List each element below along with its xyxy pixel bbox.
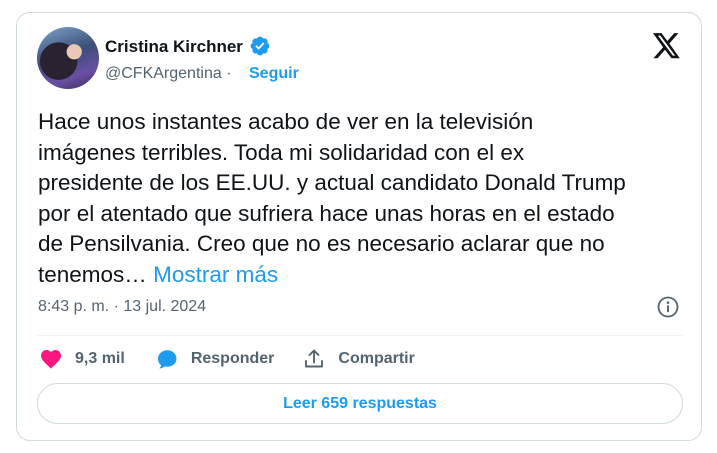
tweet-card: Cristina Kirchner @CFKArgentina · Seguir… — [16, 12, 702, 441]
read-replies-button[interactable]: Leer 659 respuestas — [37, 383, 683, 424]
handle-text[interactable]: @CFKArgentina — [105, 65, 222, 82]
like-count: 9,3 mil — [75, 350, 125, 367]
tweet-timestamp[interactable]: 8:43 p. m. · 13 jul. 2024 — [38, 298, 206, 316]
reply-button[interactable]: Responder — [155, 347, 275, 371]
share-label: Compartir — [338, 350, 415, 367]
share-button[interactable]: Compartir — [302, 347, 415, 371]
follow-button[interactable]: Seguir — [249, 65, 299, 83]
x-logo-icon[interactable] — [653, 33, 681, 59]
show-more-link[interactable]: Mostrar más — [153, 262, 278, 287]
tweet-text: Hace unos instantes acabo de ver en la t… — [38, 107, 688, 290]
author-name[interactable]: Cristina Kirchner — [105, 37, 243, 57]
action-bar: 9,3 mil Responder Compartir — [39, 344, 415, 374]
divider — [37, 335, 683, 336]
handle-separator: · — [226, 65, 232, 82]
share-icon — [305, 349, 324, 368]
reply-bubble-icon — [157, 350, 177, 369]
verified-badge-icon — [250, 36, 270, 56]
author-handle[interactable]: @CFKArgentina · — [105, 65, 232, 83]
avatar[interactable] — [37, 27, 99, 89]
heart-icon — [41, 350, 61, 369]
info-icon[interactable] — [656, 295, 680, 319]
tweet-body: Hace unos instantes acabo de ver en la t… — [38, 109, 626, 287]
like-button[interactable]: 9,3 mil — [39, 347, 125, 371]
reply-label: Responder — [190, 350, 275, 367]
